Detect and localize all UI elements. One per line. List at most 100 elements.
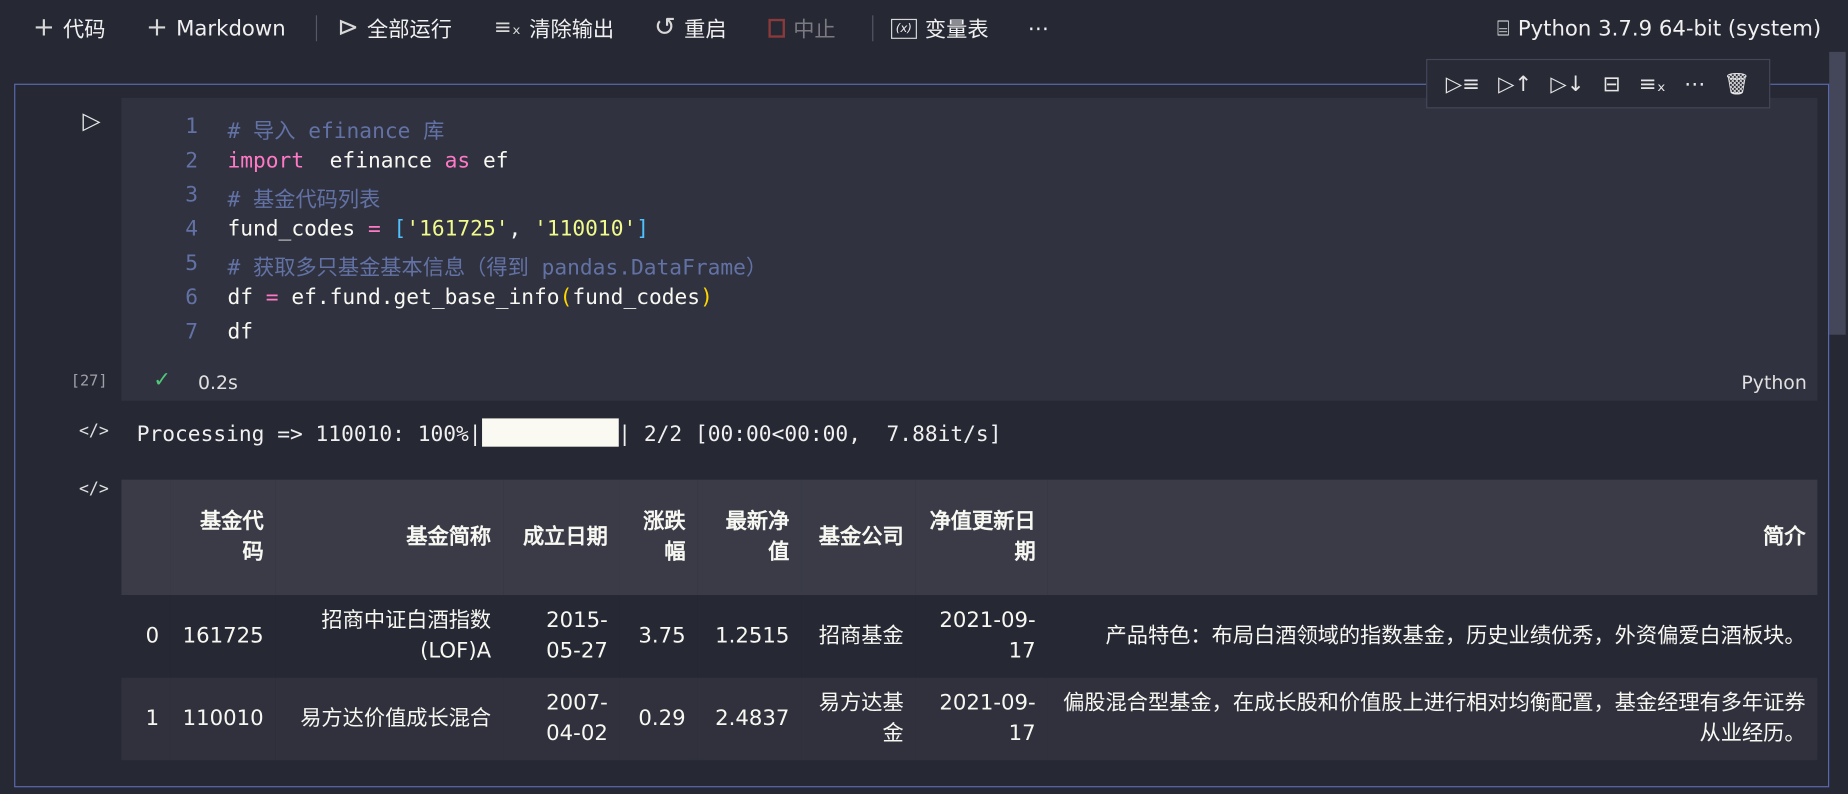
table-cell: 110010 [170, 677, 276, 761]
run-all-icon: ⊳ [337, 12, 359, 43]
table-cell: 2007-04-02 [502, 677, 620, 761]
kernel-picker[interactable]: ⌸ Python 3.7.9 64-bit (system) [1497, 12, 1821, 45]
table-header-row: 基金代码 基金简称 成立日期 涨跌幅 最新净值 基金公司 净值更新日期 简介 [121, 479, 1818, 596]
table-cell: 3.75 [619, 595, 698, 678]
code-token: df [227, 319, 254, 345]
more-icon[interactable]: ⋯ [1684, 71, 1705, 96]
line-number: 2 [185, 148, 199, 174]
output-code-icon[interactable]: </> [79, 480, 109, 499]
trash-icon[interactable]: 🗑 [1723, 71, 1750, 96]
run-by-line-icon[interactable]: ▷≡ [1446, 71, 1480, 96]
progress-output: Processing => 110010: 100%| | 2/2 [00:00<… [137, 418, 1001, 447]
execute-below-icon[interactable]: ▷↓ [1550, 71, 1584, 96]
line-number: 4 [185, 216, 199, 242]
code-token: df [227, 285, 266, 310]
code-token: '161725' [406, 216, 509, 242]
success-check-icon: ✓ [153, 367, 172, 393]
cell-language[interactable]: Python [1741, 371, 1806, 393]
kernel-icon: ⌸ [1496, 15, 1510, 41]
column-header: 涨跌幅 [619, 479, 698, 596]
code-token: ] [636, 216, 650, 242]
cell-toolbar: ▷≡ ▷↑ ▷↓ ⊟ ≡ₓ ⋯ 🗑 [1426, 58, 1771, 109]
column-header: 最新净值 [697, 479, 802, 596]
notebook-toolbar: + 代码 + Markdown ⊳ 全部运行 ≡ₓ 清除输出 ↺ 重启 中止 (x) 变量表… [0, 0, 1848, 57]
code-token: fund_codes [572, 285, 701, 310]
dataframe-table: 基金代码 基金简称 成立日期 涨跌幅 最新净值 基金公司 净值更新日期 简介 0 161725 招… [121, 479, 1818, 761]
table-cell: 2021-09-17 [915, 677, 1048, 761]
scrollbar[interactable] [1829, 51, 1846, 335]
code-line: # 获取多只基金基本信息（得到 pandas.DataFrame） [227, 251, 767, 282]
table-cell: 0 [121, 595, 171, 678]
line-number: 5 [185, 251, 199, 276]
add-code-cell-button[interactable]: + 代码 [33, 12, 105, 45]
table-row: 0 161725 招商中证白酒指数(LOF)A 2015-05-27 3.75 1.251… [121, 595, 1818, 678]
table-cell: 1.2515 [697, 595, 802, 678]
table-row: 1 110010 易方达价值成长混合 2007-04-02 0.29 2.4837 易方达基… [121, 677, 1818, 761]
table-cell: 招商基金 [801, 595, 916, 678]
split-cell-icon[interactable]: ⊟ [1603, 71, 1621, 96]
column-header: 成立日期 [502, 479, 620, 596]
column-header: 净值更新日期 [915, 479, 1048, 596]
add-markdown-cell-button[interactable]: + Markdown [146, 12, 286, 45]
code-line: df = ef.fund.get_base_info(fund_codes) [227, 285, 712, 310]
line-number: 7 [185, 319, 199, 345]
code-token: # 获取多只基金基本信息（得到 pandas.DataFrame） [227, 255, 768, 281]
variables-button[interactable]: (x) 变量表 [891, 12, 989, 45]
code-token: import [227, 148, 305, 174]
code-token: fund_codes [227, 216, 368, 242]
table-cell: 0.29 [619, 677, 698, 761]
plus-icon: + [33, 12, 55, 43]
code-token: ef.fund.get_base_info [278, 285, 560, 310]
progress-bar [481, 418, 619, 447]
column-header: 基金简称 [275, 479, 503, 596]
column-header [121, 479, 171, 596]
restart-button[interactable]: ↺ 重启 [654, 12, 726, 45]
code-editor[interactable]: 1 # 导入 efinance 库 2 import efinance as ef 3 #… [121, 97, 1818, 401]
table-cell: 2015-05-27 [502, 595, 620, 678]
restart-icon: ↺ [654, 12, 676, 43]
table-cell: 易方达基金 [801, 677, 916, 761]
run-cell-button[interactable]: ▷ [83, 106, 101, 134]
divider [315, 15, 318, 42]
clear-all-icon: ≡ₓ [493, 15, 522, 41]
table-cell: 产品特色：布局白酒领域的指数基金，历史业绩优秀，外资偏爱白酒板块。 [1047, 595, 1818, 678]
column-header: 简介 [1047, 479, 1818, 596]
line-number: 6 [185, 285, 199, 310]
code-line: # 导入 efinance 库 [227, 114, 444, 145]
line-number: 3 [185, 182, 199, 208]
execution-duration: 0.2s [198, 371, 238, 394]
code-token: '110010' [534, 216, 637, 242]
code-line: import efinance as ef [227, 149, 508, 174]
code-line: df [227, 319, 253, 344]
clear-outputs-button[interactable]: ≡ₓ 清除输出 [494, 12, 614, 45]
code-token: ) [700, 285, 713, 310]
table-cell: 偏股混合型基金，在成长股和价值股上进行相对均衡配置，基金经理有多年证券从业经历。 [1047, 677, 1818, 761]
table-cell: 招商中证白酒指数(LOF)A [275, 595, 503, 678]
execute-above-icon[interactable]: ▷↑ [1498, 71, 1532, 96]
execution-count: [27] [70, 372, 108, 391]
more-button[interactable]: ⋯ [1028, 12, 1049, 45]
code-line: # 基金代码列表 [227, 183, 380, 214]
code-token: = [367, 216, 381, 242]
table-cell: 161725 [170, 595, 276, 678]
line-number: 1 [185, 114, 199, 140]
table-cell: 1 [121, 677, 171, 761]
code-token: [ [393, 216, 407, 242]
code-token: ( [559, 285, 573, 310]
code-line: fund_codes = ['161725', '110010'] [227, 217, 649, 242]
code-token: efinance [304, 148, 445, 174]
variables-icon: (x) [891, 18, 917, 39]
run-all-button[interactable]: ⊳ 全部运行 [337, 12, 452, 45]
plus-icon: + [146, 12, 168, 43]
output-code-icon[interactable]: </> [79, 422, 109, 441]
code-token: as [444, 148, 471, 174]
clear-output-icon[interactable]: ≡ₓ [1639, 71, 1666, 96]
stop-icon [768, 18, 785, 38]
table-cell: 2.4837 [697, 677, 802, 761]
code-token: # 基金代码列表 [227, 187, 381, 213]
code-token: ef [470, 148, 509, 174]
interrupt-button[interactable]: 中止 [768, 12, 836, 45]
table-cell: 易方达价值成长混合 [275, 677, 503, 761]
divider [872, 15, 874, 42]
